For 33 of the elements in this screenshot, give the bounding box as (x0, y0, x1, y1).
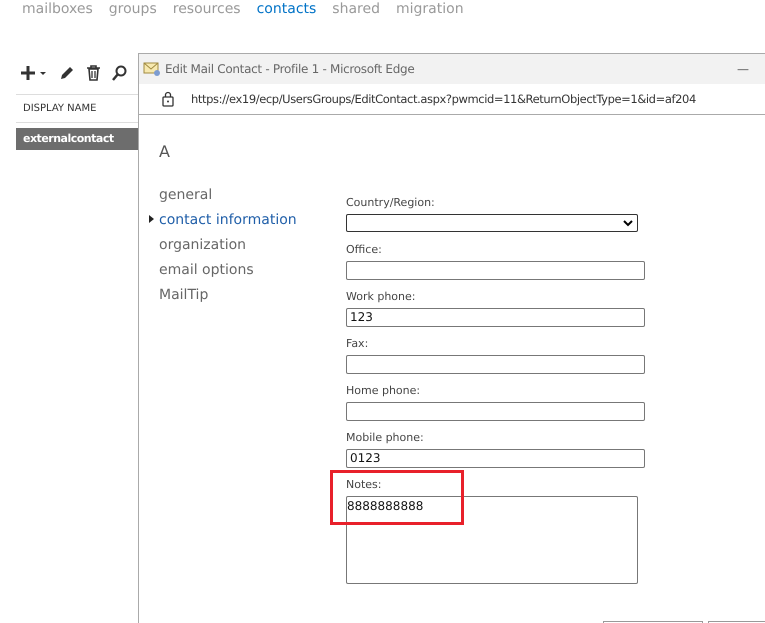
envelope-icon (143, 61, 161, 77)
field-label: Home phone: (346, 384, 422, 398)
input-field[interactable] (346, 261, 645, 280)
field-label: Fax: (346, 337, 370, 351)
field-label: Notes: (346, 478, 382, 492)
input-field[interactable]: 123 (346, 308, 645, 327)
arrow-icon (149, 215, 154, 223)
section-link[interactable]: general (159, 187, 212, 203)
section-link[interactable]: MailTip (159, 287, 208, 303)
lock-icon (161, 91, 175, 107)
section-link[interactable]: organization (159, 237, 246, 253)
list-row[interactable]: externalcontact (16, 128, 138, 150)
window-title: Edit Mail Contact - Profile 1 - Microsoft Edge (165, 62, 416, 76)
country-dropdown[interactable] (346, 214, 638, 232)
field-label: Mobile phone: (346, 431, 425, 445)
nav-tab[interactable]: contacts (256, 0, 316, 20)
chevron-icon (623, 220, 633, 226)
address-bar[interactable]: https://ex19/ecp/UsersGroups/EditContact.aspx?pwmcid=11&ReturnObjectType=1&id=af204 (191, 92, 696, 106)
contact-heading: A (159, 142, 171, 162)
notes-field[interactable]: 8888888888 (346, 496, 638, 584)
input-field[interactable] (346, 355, 645, 374)
section-link[interactable]: contact information (159, 212, 297, 228)
field-label: Work phone: (346, 290, 416, 304)
section-link[interactable]: email options (159, 262, 254, 278)
input-field[interactable]: 0123 (346, 449, 645, 468)
minimize-button[interactable]: — (737, 62, 749, 76)
field-label: Country/Region: (346, 196, 436, 210)
search-icon[interactable] (112, 65, 127, 81)
add-icon[interactable] (20, 65, 48, 81)
trash-icon[interactable] (86, 65, 101, 81)
input-field[interactable] (346, 402, 645, 421)
pencil-icon[interactable] (59, 65, 75, 81)
field-label: Office: (346, 243, 383, 257)
